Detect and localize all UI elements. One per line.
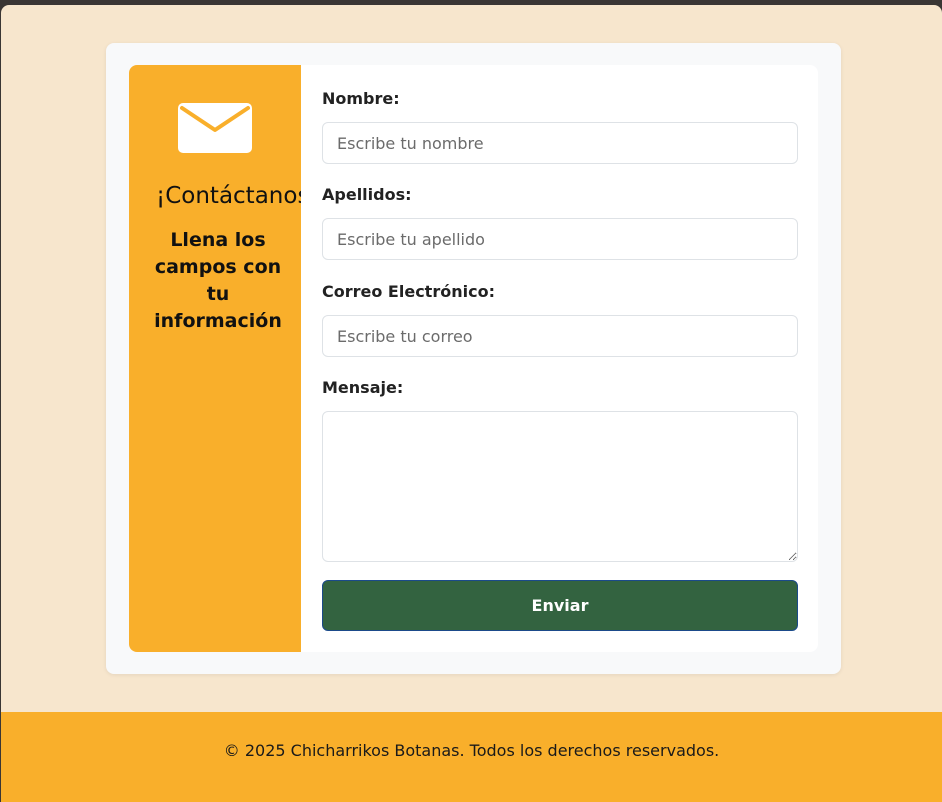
contact-title: ¡Contáctanos! (156, 183, 301, 209)
correo-input[interactable] (322, 315, 798, 357)
correo-label: Correo Electrónico: (322, 282, 495, 301)
contact-subtitle: Llena los campos con tu información (154, 229, 282, 332)
browser-viewport: ¡Contáctanos! Llena los campos con tu in… (1, 5, 942, 802)
contact-card: ¡Contáctanos! Llena los campos con tu in… (106, 43, 841, 674)
apellidos-input[interactable] (322, 218, 798, 260)
mensaje-textarea[interactable] (322, 411, 798, 562)
enviar-button[interactable]: Enviar (322, 580, 798, 631)
mensaje-label: Mensaje: (322, 378, 404, 397)
nombre-label: Nombre: (322, 89, 400, 108)
apellidos-label: Apellidos: (322, 185, 412, 204)
nombre-input[interactable] (322, 122, 798, 164)
footer-copyright: © 2025 Chicharrikos Botanas. Todos los d… (223, 740, 720, 760)
contact-side-panel: ¡Contáctanos! Llena los campos con tu in… (129, 65, 301, 652)
envelope-icon (178, 103, 252, 153)
contact-card-body: ¡Contáctanos! Llena los campos con tu in… (129, 65, 818, 652)
site-footer: © 2025 Chicharrikos Botanas. Todos los d… (1, 712, 942, 802)
